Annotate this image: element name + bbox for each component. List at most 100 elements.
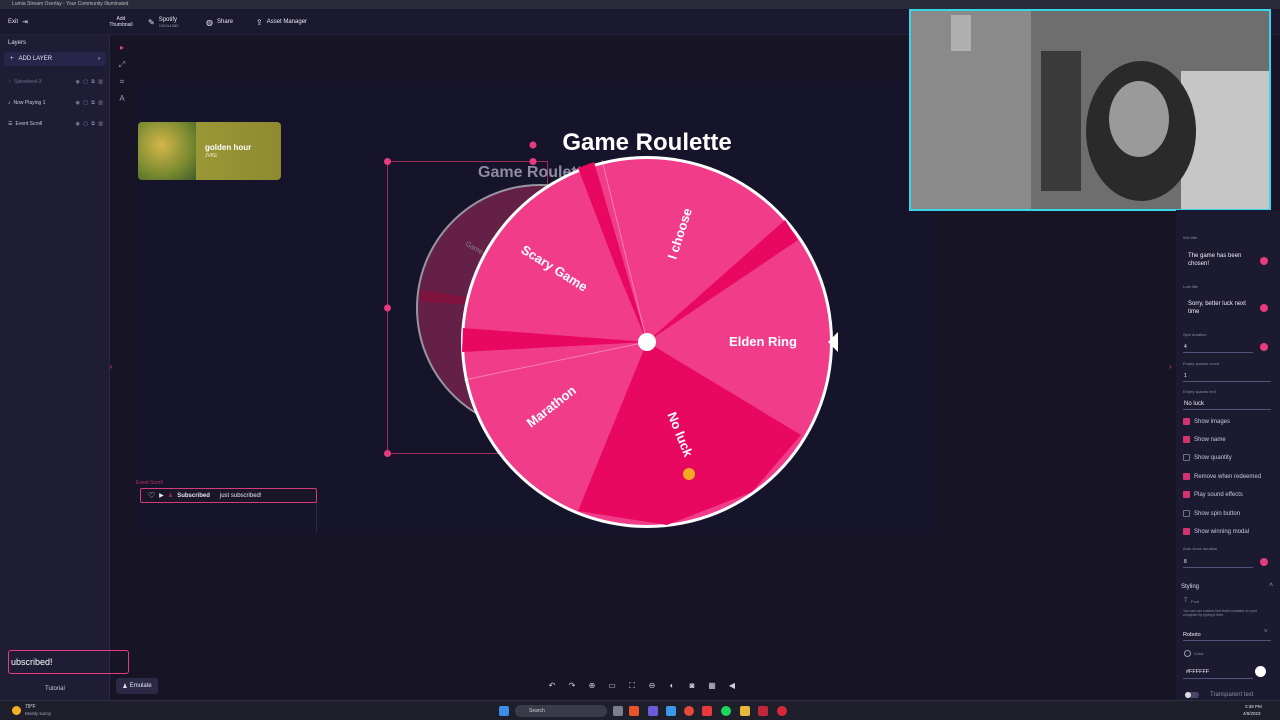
info-icon[interactable] <box>1260 343 1268 351</box>
show-images-checkbox[interactable]: Show images <box>1183 418 1230 425</box>
spotify-icon[interactable] <box>721 706 731 716</box>
overlay-size: 1920x1080 <box>158 22 179 28</box>
windows-start-icon[interactable] <box>499 706 509 716</box>
chevron-up-icon[interactable]: ˄ <box>1269 582 1273 589</box>
fullscreen-icon[interactable]: ⛶ <box>626 680 638 692</box>
rotate-handle[interactable] <box>529 141 537 149</box>
add-layer-label: ADD LAYER <box>18 56 53 62</box>
collapse-left-icon[interactable]: ‹ <box>110 362 113 371</box>
checkbox-icon <box>1183 436 1190 443</box>
now-playing-widget[interactable]: golden hour JVKE <box>138 122 281 180</box>
spin-wheel[interactable]: Game Game Roulette I choose Elden Ring N… <box>380 120 860 540</box>
volume-icon[interactable]: ◀ <box>726 680 738 692</box>
app-icon[interactable] <box>758 706 768 716</box>
show-name-checkbox[interactable]: Show name <box>1183 436 1226 443</box>
weather-icon <box>12 706 21 715</box>
show-spin-button-checkbox[interactable]: Show spin button <box>1183 510 1240 517</box>
color-swatch[interactable] <box>1255 666 1266 677</box>
resize-tool-icon[interactable]: ⤢ <box>117 60 127 70</box>
remove-when-redeemed-checkbox[interactable]: Remove when redeemed <box>1183 473 1261 480</box>
layer-actions-icon[interactable]: ◉ ▢ ⧉ ▥ <box>75 79 104 85</box>
music-icon: ♪ <box>8 100 11 106</box>
webcam-face <box>1109 81 1169 157</box>
resize-handle[interactable] <box>384 304 391 312</box>
select-tool-icon[interactable]: ▸ <box>117 43 127 53</box>
person-icon: ♟ <box>122 683 128 690</box>
layer-actions-icon[interactable]: ◉ ▢ ⧉ ▥ <box>75 100 104 106</box>
add-thumbnail-button[interactable]: Add Thumbnail <box>106 9 136 35</box>
layer-row[interactable]: ☰ Event Scroll ◉ ▢ ⧉ ▥ <box>8 118 104 130</box>
win-title-value[interactable]: The game has been chosen! <box>1188 252 1254 268</box>
lumia-icon[interactable] <box>702 706 712 716</box>
taskbar-search[interactable]: Search <box>515 705 607 717</box>
chrome-icon[interactable] <box>684 706 694 716</box>
fit-screen-icon[interactable]: ▭ <box>606 680 618 692</box>
app-icon[interactable] <box>648 706 658 716</box>
exit-icon: ⇥ <box>22 19 28 26</box>
exit-button[interactable]: Exit ⇥ <box>8 9 28 35</box>
resize-handle[interactable] <box>384 450 391 457</box>
obs-icon[interactable] <box>777 706 787 716</box>
collapse-right-icon[interactable]: › <box>1169 362 1172 371</box>
resize-handle[interactable] <box>384 158 391 165</box>
track-artist: JVKE <box>205 153 218 159</box>
weather-desc: Mostly sunny <box>25 711 52 716</box>
event-scroll-widget[interactable]: ♡ ▶ ♟ Subscribed just subscribed! <box>140 488 317 503</box>
wheel-hub <box>638 333 656 351</box>
info-icon[interactable] <box>1260 257 1268 265</box>
overlay-name-button[interactable]: ✎ Spotify 1920x1080 <box>148 9 179 35</box>
color-input[interactable]: #FFFFFF <box>1186 668 1209 676</box>
play-sound-checkbox[interactable]: Play sound effects <box>1183 491 1243 498</box>
app-icon[interactable] <box>666 706 676 716</box>
font-label: Font <box>1191 599 1200 604</box>
redo-icon[interactable]: ↷ <box>566 680 578 692</box>
track-title: golden hour <box>205 143 252 152</box>
layer-actions-icon[interactable]: ◉ ▢ ⧉ ▥ <box>75 121 104 127</box>
lost-title-value[interactable]: Sorry, better luck next time <box>1188 300 1254 316</box>
file-explorer-icon[interactable] <box>740 706 750 716</box>
main-wheel[interactable]: I choose Elden Ring No luck Marathon Sca… <box>461 156 838 528</box>
heart-icon: ♡ <box>148 491 156 500</box>
undo-icon[interactable]: ↶ <box>546 680 558 692</box>
layer-row[interactable]: ◔ Spinwheel-3 ◉ ▢ ⧉ ▥ <box>8 76 104 88</box>
show-quantity-checkbox[interactable]: Show quantity <box>1183 454 1232 461</box>
checkbox-icon <box>1183 510 1190 517</box>
empty-count-input[interactable]: 1 <box>1184 372 1187 380</box>
empty-text-input[interactable]: No luck <box>1184 400 1204 408</box>
brave-icon[interactable] <box>629 706 639 716</box>
test-message-input[interactable]: ubscribed! <box>8 650 129 674</box>
checkbox-label: Show name <box>1194 436 1226 443</box>
share-button[interactable]: ◍ Share <box>206 9 233 35</box>
transparent-toggle[interactable] <box>1185 692 1199 698</box>
show-winning-modal-checkbox[interactable]: Show winning modal <box>1183 528 1249 535</box>
thumbnail-label: Add Thumbnail <box>109 16 133 28</box>
font-select[interactable]: Roboto <box>1183 631 1201 639</box>
checkbox-label: Show spin button <box>1194 510 1241 517</box>
palette-icon <box>1184 650 1191 657</box>
text-tool-icon[interactable]: A <box>117 94 127 104</box>
camera-icon[interactable]: ◙ <box>686 680 698 692</box>
add-layer-button[interactable]: + ADD LAYER › <box>4 52 106 66</box>
emulate-button[interactable]: ♟ Emulate <box>116 678 158 694</box>
vertical-toolbar: ▸ ⤢ ⌗ A <box>112 35 132 135</box>
input-underline <box>1183 640 1271 641</box>
upload-icon: ⇪ <box>256 17 263 27</box>
auto-close-input[interactable]: 8 <box>1184 558 1187 566</box>
search-placeholder: Search <box>529 708 545 714</box>
asset-manager-button[interactable]: ⇪ Asset Manager <box>256 9 307 35</box>
chevron-down-icon[interactable]: ˅ <box>1264 629 1268 635</box>
info-icon[interactable] <box>1260 304 1268 312</box>
tutorial-link[interactable]: Tutorial <box>45 686 65 692</box>
spin-duration-input[interactable]: 4 <box>1184 343 1187 351</box>
task-view-icon[interactable] <box>613 706 623 716</box>
info-icon[interactable] <box>1260 558 1268 566</box>
zoom-out-icon[interactable]: ⊖ <box>646 680 658 692</box>
canvas-controls: ↶ ↷ ⊕ ▭ ⛶ ⊖ ◐ ◙ ▦ ◀ <box>542 678 742 694</box>
grid-icon[interactable]: ▦ <box>706 680 718 692</box>
checkbox-label: Show winning modal <box>1194 528 1250 535</box>
contrast-icon[interactable]: ◐ <box>666 680 678 692</box>
layer-row[interactable]: ♪ Now Playing 1 ◉ ▢ ⧉ ▥ <box>8 97 104 109</box>
crop-tool-icon[interactable]: ⌗ <box>117 77 127 87</box>
zoom-in-icon[interactable]: ⊕ <box>586 680 598 692</box>
chevron-right-icon: › <box>98 56 100 62</box>
